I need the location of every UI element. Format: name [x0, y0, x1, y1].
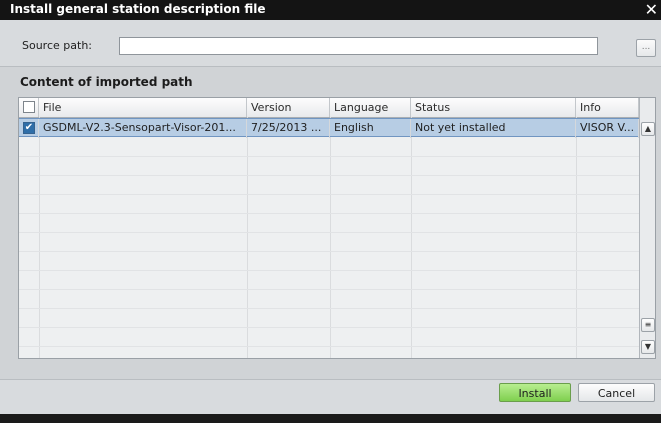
column-header-info[interactable]: Info [576, 98, 639, 117]
content-section-title: Content of imported path [20, 75, 193, 89]
install-button[interactable]: Install [499, 383, 571, 402]
gsd-file-table: File Version Language Status Info ✔ GSDM… [18, 97, 656, 359]
browse-button[interactable]: ... [636, 39, 656, 57]
cell-info: VISOR V... [576, 119, 639, 138]
table-row[interactable]: ✔ GSDML-V2.3-Sensopart-Visor-201... 7/25… [19, 118, 639, 138]
empty-row [19, 175, 639, 195]
select-all-checkbox[interactable] [23, 101, 35, 113]
source-path-label: Source path: [22, 39, 92, 52]
scroll-down-icon[interactable]: ▼ [641, 340, 655, 354]
cell-file: GSDML-V2.3-Sensopart-Visor-201... [39, 119, 247, 138]
column-header-language[interactable]: Language [330, 98, 411, 117]
empty-row [19, 251, 639, 271]
header-select-all [19, 98, 39, 117]
source-path-input[interactable] [119, 37, 598, 55]
scroll-grip-icon[interactable]: ≡ [641, 318, 655, 332]
cell-version: 7/25/2013 ... [247, 119, 330, 138]
empty-row [19, 308, 639, 328]
row-checkbox-cell: ✔ [19, 119, 39, 138]
scroll-up-icon[interactable]: ▲ [641, 122, 655, 136]
table-header: File Version Language Status Info [19, 98, 655, 118]
dialog-title: Install general station description file [10, 2, 266, 16]
cancel-button[interactable]: Cancel [578, 383, 655, 402]
empty-row [19, 327, 639, 347]
empty-row [19, 270, 639, 290]
empty-row [19, 194, 639, 214]
column-header-file[interactable]: File [39, 98, 247, 117]
empty-row [19, 137, 639, 157]
empty-row [19, 232, 639, 252]
empty-row [19, 289, 639, 309]
title-bar: Install general station description file… [0, 0, 661, 20]
column-header-status[interactable]: Status [411, 98, 576, 117]
bottom-edge [0, 414, 661, 423]
install-gsd-dialog: Install general station description file… [0, 0, 661, 423]
close-icon[interactable]: ✕ [645, 0, 658, 19]
column-header-version[interactable]: Version [247, 98, 330, 117]
cell-status: Not yet installed [411, 119, 576, 138]
vertical-scrollbar[interactable]: ▲ ≡ ▼ [639, 98, 655, 358]
cell-language: English [330, 119, 411, 138]
empty-row [19, 213, 639, 233]
empty-row [19, 156, 639, 176]
row-checkbox[interactable]: ✔ [23, 122, 35, 134]
